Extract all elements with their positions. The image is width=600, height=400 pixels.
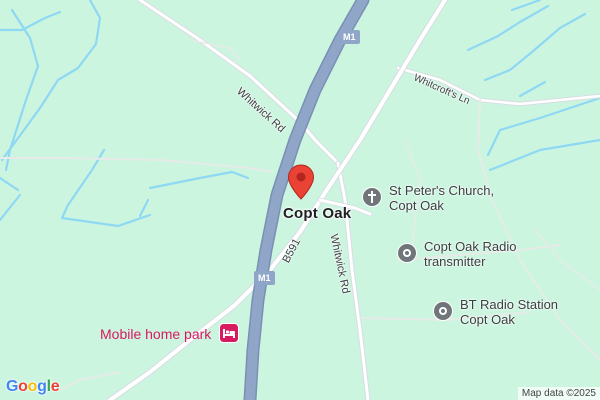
poi-pin-icon [397,243,417,263]
map-canvas[interactable] [0,0,600,400]
place-label-copt-oak[interactable]: Copt Oak [283,205,351,222]
stream [0,10,62,32]
church-cross-icon [362,187,382,207]
stream [518,80,547,98]
poi-label-line2: transmitter [424,254,486,269]
stream [486,96,600,157]
poi-label-line1: BT Radio Station [460,297,559,312]
google-logo: Google [6,378,60,395]
m1-shield-north: M1 [339,30,360,44]
stream [0,193,22,222]
poi-label-line1: Copt Oak Radio [424,239,517,254]
map-attribution[interactable]: Map data ©2025 [517,387,600,400]
poi-label-line2: Copt Oak [460,312,515,327]
poi-label-line1: St Peter's Church, [389,183,495,198]
poi-pin-icon [433,301,453,321]
poi-label: Mobile home park [100,326,212,342]
stream [60,148,152,228]
stream [488,138,600,172]
location-pin-icon[interactable] [287,164,315,200]
bed-icon [219,323,239,343]
stream [4,8,40,172]
stream [466,4,550,52]
stream [510,0,542,12]
stream [0,0,102,162]
m1-shield-south: M1 [254,271,275,285]
stream [148,170,250,190]
stream [0,176,20,192]
stream [138,198,150,218]
map-view[interactable]: M1 M1 Whitwick Rd Whitcroft's Ln Whitwic… [0,0,600,400]
stream [483,12,587,82]
minor-roads [0,0,600,400]
poi-label-line2: Copt Oak [389,198,444,213]
